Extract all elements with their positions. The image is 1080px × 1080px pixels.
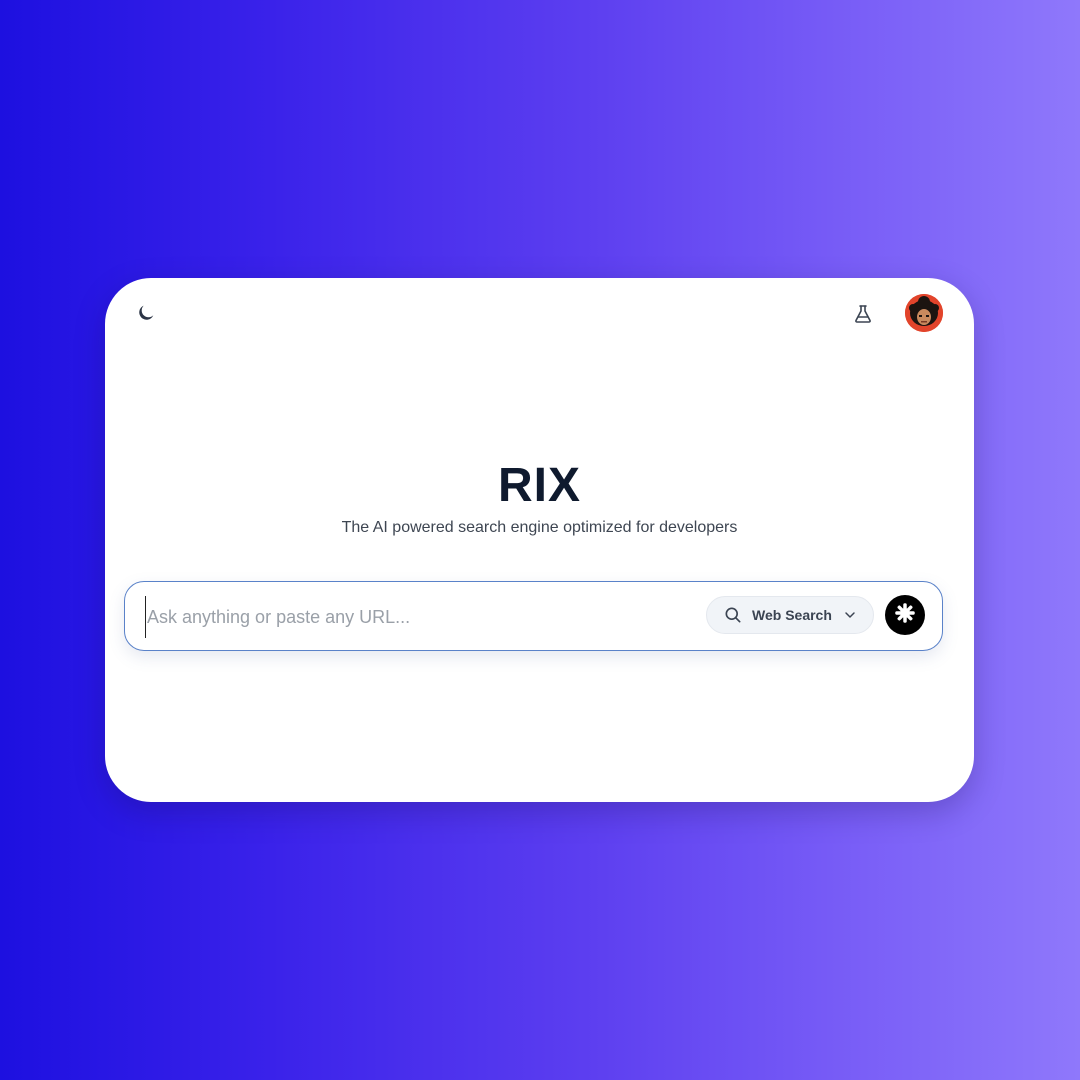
search-bar: Web Search	[124, 581, 943, 651]
user-avatar[interactable]	[905, 294, 943, 332]
submit-button[interactable]	[885, 595, 925, 635]
moon-icon[interactable]	[135, 302, 157, 324]
main-card: RIX The AI powered search engine optimiz…	[105, 278, 974, 802]
search-mode-label: Web Search	[752, 607, 832, 623]
search-input[interactable]	[145, 596, 689, 638]
app-logo: RIX	[497, 459, 581, 512]
chevron-down-icon	[842, 607, 858, 623]
app-tagline: The AI powered search engine optimized f…	[341, 519, 738, 536]
search-icon	[723, 605, 743, 625]
asterisk-icon	[892, 600, 918, 631]
flask-icon[interactable]	[851, 302, 875, 326]
search-mode-dropdown[interactable]: Web Search	[706, 596, 874, 634]
